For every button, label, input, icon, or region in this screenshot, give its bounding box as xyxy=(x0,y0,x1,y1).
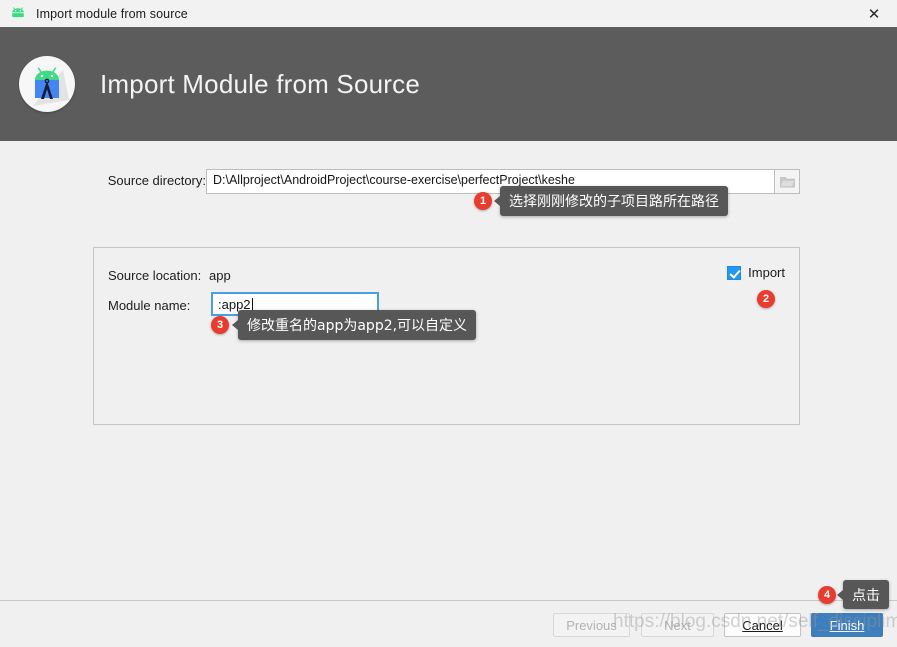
dialog-header: Import Module from Source xyxy=(0,27,897,141)
page-title: Import Module from Source xyxy=(100,68,421,99)
annotation-badge-1: 1 xyxy=(474,192,492,210)
watermark-text: https://blog.csdn.net/self_disciplime8 xyxy=(613,611,897,632)
annotation-tooltip-4: 点击 xyxy=(837,580,889,609)
android-studio-logo-icon xyxy=(19,56,75,112)
annotation-badge-3: 3 xyxy=(211,316,229,334)
import-checkbox[interactable] xyxy=(727,265,742,280)
annotation-badge-2: 2 xyxy=(757,290,775,308)
annotation-tooltip-1: 选择刚刚修改的子项目路所在路径 xyxy=(494,186,728,216)
import-checkbox-label: Import xyxy=(748,265,785,280)
dialog-body: Source directory: D:\Allproject\AndroidP… xyxy=(0,141,897,600)
source-directory-row: Source directory: D:\Allproject\AndroidP… xyxy=(0,169,897,195)
module-name-label: Module name: xyxy=(108,298,191,313)
previous-button-label: Previous xyxy=(566,617,617,633)
folder-open-icon[interactable] xyxy=(774,169,800,194)
annotation-badge-4: 4 xyxy=(818,586,836,604)
import-checkbox-row[interactable]: Import xyxy=(727,265,785,280)
annotation-tooltip-3: 修改重名的app为app2,可以自定义 xyxy=(231,310,477,340)
source-location-label: Source location: xyxy=(108,268,202,283)
close-icon[interactable]: ✕ xyxy=(851,0,897,27)
android-robot-icon xyxy=(9,5,27,23)
window-title: Import module from source xyxy=(36,6,188,21)
source-directory-label: Source directory: xyxy=(107,173,206,188)
source-location-value: app xyxy=(209,268,231,283)
window-titlebar: Import module from source ✕ xyxy=(0,0,897,28)
